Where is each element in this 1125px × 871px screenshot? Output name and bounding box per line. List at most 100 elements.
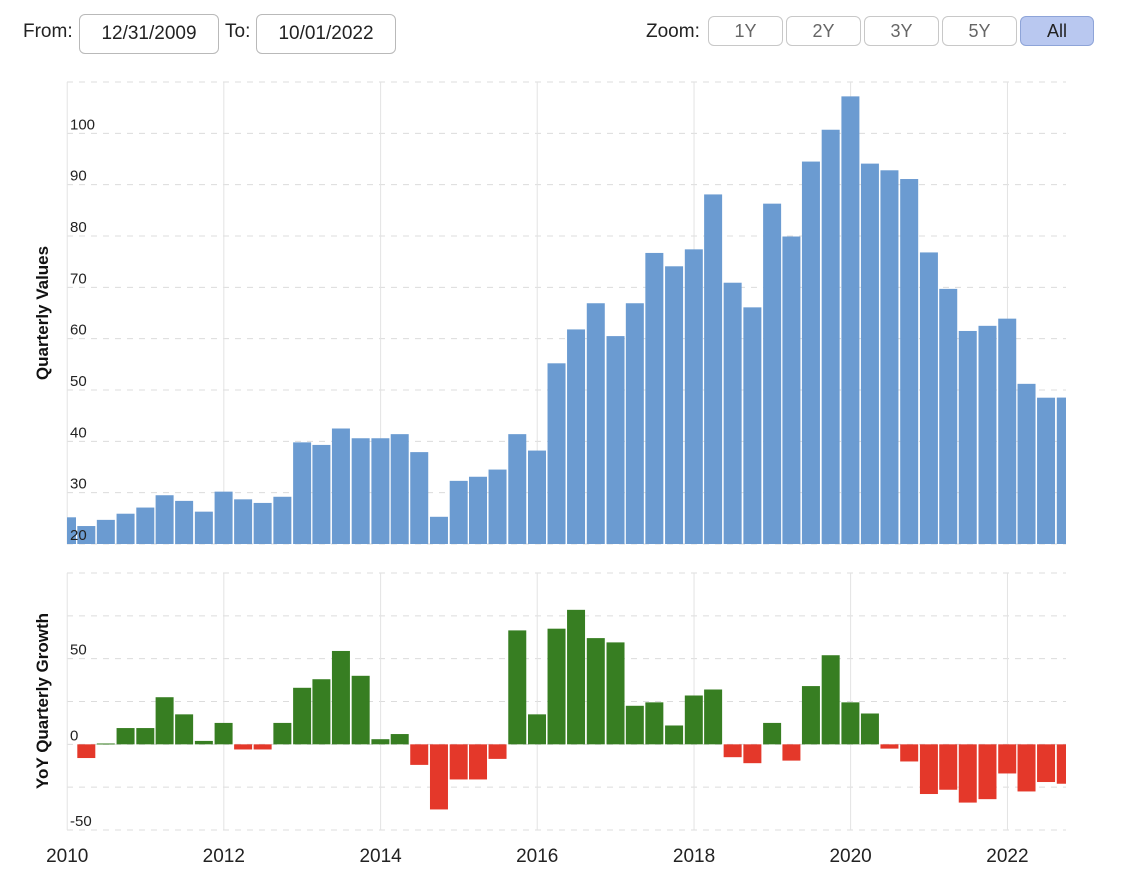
value-bar: [860, 163, 879, 544]
value-bar: [293, 442, 312, 544]
y-tick-label: 40: [70, 424, 87, 441]
growth-bar: [1017, 744, 1036, 792]
growth-bar: [77, 744, 96, 759]
growth-bar: [194, 740, 213, 745]
value-bar: [1017, 383, 1036, 544]
growth-bar: [801, 686, 820, 745]
growth-bar: [723, 744, 742, 758]
growth-bar: [312, 679, 331, 745]
growth-bar: [743, 744, 762, 764]
growth-bar: [821, 655, 840, 745]
value-bar: [96, 519, 115, 544]
growth-bar: [704, 689, 723, 745]
value-bar: [253, 502, 272, 544]
growth-bar: [136, 728, 155, 745]
value-bar: [1037, 397, 1056, 544]
value-bar: [939, 288, 958, 544]
growth-bar: [547, 628, 566, 745]
value-bar: [136, 507, 155, 544]
growth-bar: [390, 734, 409, 745]
growth-bar: [351, 675, 370, 745]
value-bar: [665, 266, 684, 544]
growth-bar: [919, 744, 938, 795]
growth-bar: [841, 702, 860, 745]
value-bar: [351, 438, 370, 544]
value-bar: [1057, 397, 1066, 544]
growth-bar: [606, 642, 625, 745]
y-tick-label: -50: [70, 813, 92, 830]
value-bar: [645, 252, 664, 544]
y-axis-title: Quarterly Values: [33, 246, 52, 380]
y-tick-label: 50: [70, 373, 87, 390]
growth-bar: [880, 744, 899, 749]
value-bar: [782, 236, 801, 544]
value-bar: [743, 307, 762, 544]
growth-bar: [96, 743, 115, 745]
value-bar: [528, 450, 547, 544]
quarterly-chart: 20 30 40 50 60 70 80 90 100 Quarterly Values -50 0 5…: [33, 81, 1066, 867]
growth-bar: [214, 722, 233, 745]
x-tick-label: 2018: [673, 846, 715, 867]
value-bar: [312, 444, 331, 544]
growth-bar: [253, 744, 272, 750]
value-bar: [978, 325, 997, 544]
growth-bar: [782, 744, 801, 761]
value-bar: [900, 179, 919, 544]
y-tick-label: 20: [70, 527, 87, 544]
growth-bar: [939, 744, 958, 790]
growth-bar: [1037, 744, 1056, 783]
value-bar: [567, 329, 586, 544]
growth-bar: [175, 714, 194, 745]
x-tick-label: 2010: [46, 846, 88, 867]
growth-bar: [488, 744, 507, 759]
growth-bar: [860, 713, 879, 745]
value-bar: [371, 438, 390, 544]
value-bar: [704, 194, 723, 545]
growth-bar: [684, 695, 703, 745]
value-bar: [763, 203, 782, 544]
value-bar: [175, 500, 194, 544]
growth-bar: [410, 744, 429, 765]
y-axis-title: YoY Quarterly Growth: [33, 613, 52, 789]
y-tick-label: 70: [70, 270, 87, 287]
value-bar: [488, 469, 507, 544]
value-bar: [331, 428, 350, 544]
value-bar: [194, 511, 213, 544]
growth-bar: [998, 744, 1017, 774]
y-tick-label: 50: [70, 642, 87, 659]
value-bar: [429, 516, 448, 544]
y-tick-label: 90: [70, 168, 87, 185]
value-bar: [449, 480, 468, 544]
growth-bar: [234, 744, 253, 750]
value-bar: [606, 336, 625, 544]
value-bar: [508, 434, 527, 544]
x-tick-label: 2014: [359, 846, 402, 867]
y-tick-label: 30: [70, 476, 87, 493]
growth-bar: [371, 739, 390, 745]
growth-bar: [900, 744, 919, 762]
growth-bar: [469, 744, 488, 780]
value-bar: [214, 491, 233, 544]
growth-bar: [331, 650, 350, 745]
value-bar: [625, 303, 644, 544]
value-bar: [880, 170, 899, 544]
growth-bar: [586, 638, 605, 745]
value-bar: [821, 129, 840, 545]
value-bar: [547, 363, 566, 544]
y-tick-label: 100: [70, 116, 95, 133]
x-tick-label: 2016: [516, 846, 558, 867]
value-bar: [469, 476, 488, 544]
growth-bar: [763, 722, 782, 745]
value-bar: [919, 252, 938, 544]
value-bar: [390, 434, 409, 544]
growth-bar: [1056, 744, 1066, 784]
value-bar: [273, 496, 292, 544]
value-bar: [801, 161, 820, 545]
value-bar: [410, 452, 429, 544]
growth-bar: [665, 725, 684, 745]
x-tick-label: 2022: [986, 846, 1028, 867]
x-tick-label: 2020: [829, 846, 871, 867]
growth-bar: [429, 744, 448, 810]
value-bar: [234, 499, 253, 544]
growth-bar: [567, 609, 586, 745]
